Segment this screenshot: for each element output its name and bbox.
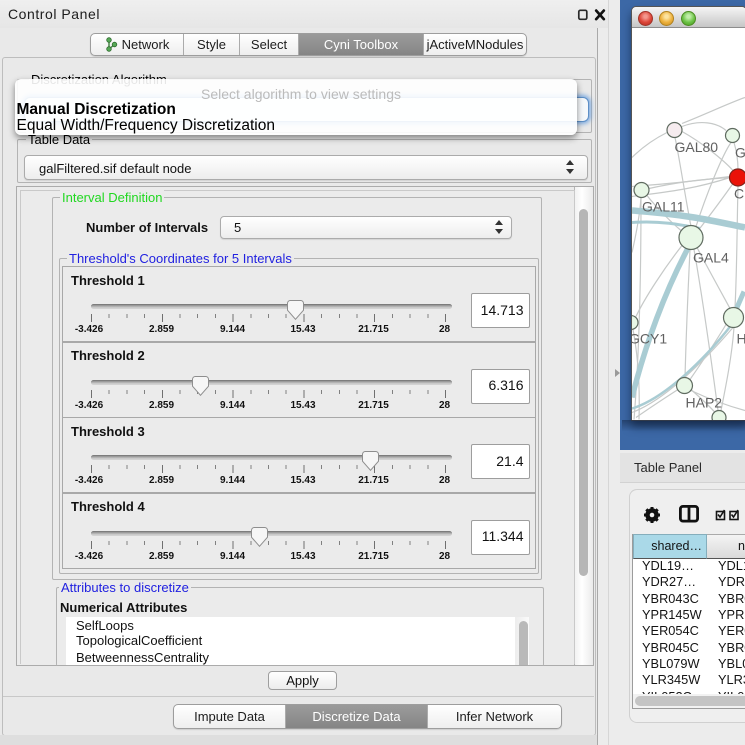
svg-text:GCY1: GCY1 bbox=[632, 331, 667, 347]
svg-text:HAP2: HAP2 bbox=[686, 395, 723, 411]
svg-text:GAL4: GAL4 bbox=[693, 250, 729, 266]
svg-text:C: C bbox=[734, 186, 744, 202]
svg-text:GAL11: GAL11 bbox=[642, 199, 685, 215]
svg-text:GAL80: GAL80 bbox=[675, 139, 719, 155]
svg-text:GA: GA bbox=[735, 145, 745, 161]
svg-text:H: H bbox=[737, 331, 745, 347]
